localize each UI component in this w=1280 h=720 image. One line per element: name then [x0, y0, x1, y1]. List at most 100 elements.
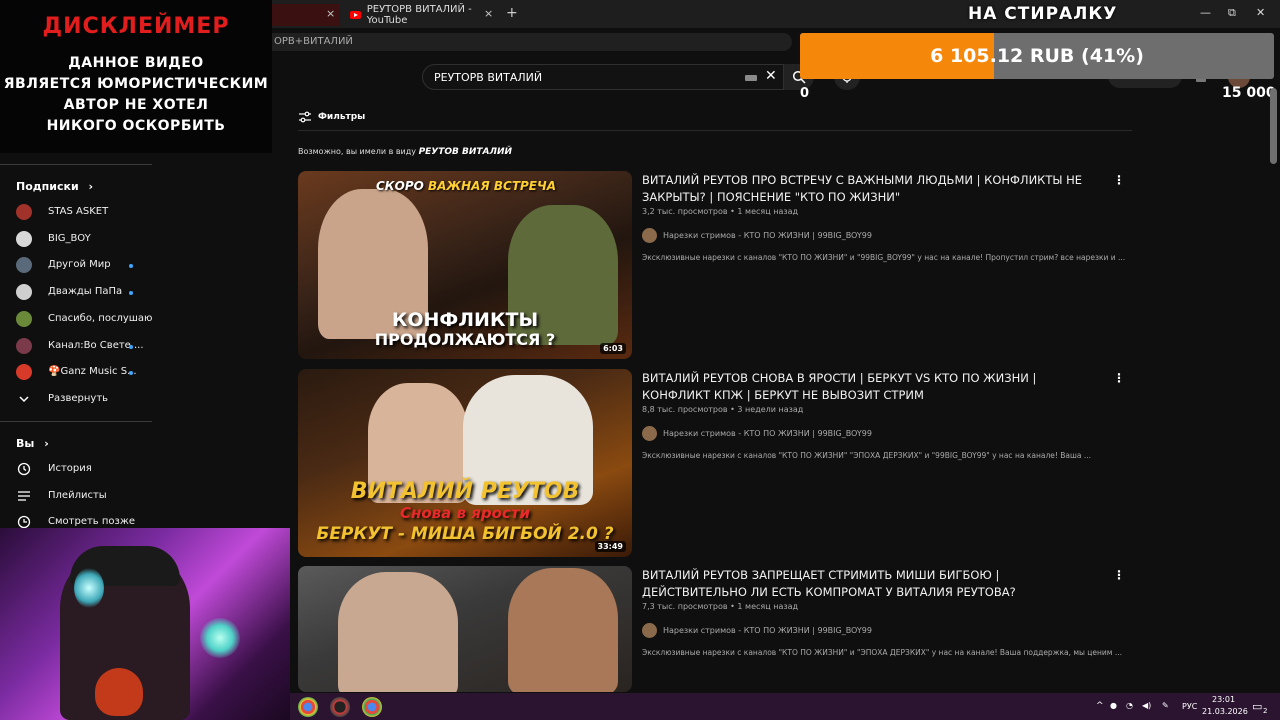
- more-actions-icon[interactable]: ⋮: [1113, 173, 1125, 187]
- disclaimer-line: НИКОГО ОСКОРБИТЬ: [46, 118, 226, 134]
- channel-avatar: [16, 257, 32, 274]
- video-result[interactable]: ВИТАЛИЙ РЕУТОВ ЗАПРЕЩАЕТ СТРИМИТЬ МИШИ Б…: [298, 566, 1132, 692]
- sidebar-subscription-item[interactable]: Канал:Во Свете ...: [16, 336, 144, 356]
- sidebar-subscription-item[interactable]: 🍄Ganz Music S...: [16, 362, 138, 382]
- notifications-icon[interactable]: ▭: [1252, 700, 1262, 713]
- headphone-light: [74, 568, 104, 608]
- sidebar-subscription-item[interactable]: Другой Мир: [16, 255, 138, 275]
- thumbnail-caption-highlight: ВАЖНАЯ ВСТРЕЧА: [428, 179, 556, 193]
- clear-search-icon[interactable]: ✕: [765, 68, 777, 84]
- did-you-mean-prefix: Возможно, вы имели в виду: [298, 147, 417, 156]
- new-tab-button[interactable]: +: [506, 5, 518, 21]
- language-indicator[interactable]: РУС: [1182, 702, 1197, 711]
- close-window-icon[interactable]: ✕: [1256, 6, 1265, 19]
- volume-tray-icon[interactable]: ◀): [1142, 701, 1151, 710]
- sidebar-item-history[interactable]: История: [16, 459, 156, 479]
- address-bar[interactable]: ОРВ+ВИТАЛИЙ: [272, 33, 792, 51]
- video-title[interactable]: ВИТАЛИЙ РЕУТОВ ЗАПРЕЩАЕТ СТРИМИТЬ МИШИ Б…: [642, 567, 1102, 601]
- sidebar-expand[interactable]: Развернуть: [16, 389, 156, 409]
- sidebar-subscription-item[interactable]: Спасибо, послушаю: [16, 309, 152, 329]
- channel-avatar: [642, 228, 657, 243]
- channel-avatar: [642, 623, 657, 638]
- filters-label: Фильтры: [318, 112, 366, 122]
- thumbnail-caption-top: СКОРО ВАЖНАЯ ВСТРЕЧА: [376, 179, 556, 193]
- video-title[interactable]: ВИТАЛИЙ РЕУТОВ ПРО ВСТРЕЧУ С ВАЖНЫМИ ЛЮД…: [642, 172, 1102, 206]
- playlist-icon: [18, 491, 30, 501]
- more-actions-icon[interactable]: ⋮: [1113, 568, 1125, 582]
- sidebar-item-playlists[interactable]: Плейлисты: [16, 486, 156, 506]
- browser-app-icon[interactable]: [362, 697, 382, 717]
- os-taskbar: ^ ● ◔ ◀) ✎ РУС 23:01 21.03.2026 ▭ 2: [290, 693, 1280, 720]
- tray-chevron-icon[interactable]: ^: [1096, 701, 1104, 711]
- channel-avatar: [16, 364, 32, 381]
- you-heading-label: Вы: [16, 437, 35, 450]
- video-thumbnail[interactable]: [298, 566, 632, 692]
- thumbnail-caption-line: ВИТАЛИЙ РЕУТОВ: [350, 479, 580, 504]
- sidebar-subscription-item[interactable]: BIG_BOY: [16, 229, 138, 249]
- video-meta: 8,8 тыс. просмотров • 3 недели назад: [642, 405, 804, 414]
- sidebar-item-label: Плейлисты: [48, 490, 107, 501]
- subscription-name: BIG_BOY: [48, 232, 91, 244]
- video-result[interactable]: ВИТАЛИЙ РЕУТОВ Снова в ярости БЕРКУТ - М…: [298, 369, 1132, 557]
- disclaimer-line: ЯВЛЯЕТСЯ ЮМОРИСТИЧЕСКИМ: [3, 76, 269, 92]
- subscriptions-heading[interactable]: Подписки ›: [16, 180, 93, 193]
- donation-start-value: 0: [800, 86, 810, 101]
- you-heading[interactable]: Вы ›: [16, 437, 49, 450]
- thumbnail-caption-line: ПРОДОЛЖАЮТСЯ ?: [374, 330, 556, 349]
- video-title[interactable]: ВИТАЛИЙ РЕУТОВ СНОВА В ЯРОСТИ | БЕРКУТ V…: [642, 370, 1102, 404]
- disclaimer-overlay: ДИСКЛЕЙМЕР ДАННОЕ ВИДЕО ЯВЛЯЕТСЯ ЮМОРИСТ…: [0, 0, 272, 153]
- microphone-tray-icon[interactable]: ●: [1110, 701, 1117, 710]
- subscription-name: 🍄Ganz Music S...: [48, 366, 137, 378]
- sidebar-divider: [0, 164, 152, 165]
- obs-app-icon[interactable]: [330, 697, 350, 717]
- disclaimer-line: ДАННОЕ ВИДЕО: [68, 55, 204, 71]
- donation-goal-title: НА СТИРАЛКУ: [968, 4, 1118, 24]
- video-age: 3 недели назад: [737, 405, 804, 414]
- tab-close-icon[interactable]: ×: [326, 7, 335, 20]
- sidebar-expand-label: Развернуть: [48, 393, 109, 404]
- chevron-right-icon: ›: [88, 180, 94, 193]
- did-you-mean: Возможно, вы имели в виду РЕУТОВ ВИТАЛИЙ: [298, 147, 512, 157]
- video-result[interactable]: СКОРО ВАЖНАЯ ВСТРЕЧА КОНФЛИКТЫ ПРОДОЛЖАЮ…: [298, 171, 1132, 359]
- channel-avatar: [16, 230, 32, 247]
- keyboard-icon[interactable]: [745, 75, 757, 81]
- tab-title: РЕУТОРВ ВИТАЛИЙ - YouTube: [366, 4, 472, 26]
- tab-close-icon[interactable]: ×: [484, 7, 493, 20]
- new-content-dot: [129, 291, 133, 296]
- minimize-icon[interactable]: —: [1200, 6, 1211, 19]
- clock-time[interactable]: 23:01: [1212, 695, 1235, 704]
- new-content-dot: [129, 264, 133, 269]
- sidebar: Подписки › STAS ASKET BIG_BOY Другой Мир Дв…: [0, 153, 272, 529]
- notifications-badge: 2: [1263, 707, 1268, 715]
- chrome-app-icon[interactable]: [298, 697, 318, 717]
- restore-icon[interactable]: ⧉: [1228, 6, 1236, 20]
- thumbnail-caption-line: Снова в ярости: [400, 504, 530, 522]
- screen: × РЕУТОРВ ВИТАЛИЙ - YouTube × + — ⧉ ✕ ОР…: [0, 0, 1280, 720]
- pen-tray-icon[interactable]: ✎: [1162, 701, 1169, 710]
- browser-tab-previous[interactable]: ×: [272, 4, 340, 26]
- clock-date[interactable]: 21.03.2026: [1202, 707, 1248, 716]
- video-views: 7,3 тыс. просмотров: [642, 602, 728, 611]
- disclaimer-heading: ДИСКЛЕЙМЕР: [42, 14, 230, 39]
- video-thumbnail[interactable]: СКОРО ВАЖНАЯ ВСТРЕЧА КОНФЛИКТЫ ПРОДОЛЖАЮ…: [298, 171, 632, 359]
- thumbnail-caption-line: КОНФЛИКТЫ: [391, 309, 539, 331]
- browser-tab-active[interactable]: РЕУТОРВ ВИТАЛИЙ - YouTube ×: [340, 4, 500, 26]
- subscription-name: Спасибо, послушаю: [48, 312, 153, 324]
- subscription-name: Дважды ПаПа: [48, 286, 123, 298]
- subscription-name: Другой Мир: [48, 259, 111, 271]
- sidebar-item-label: История: [48, 463, 92, 474]
- video-views: 3,2 тыс. просмотров: [642, 207, 728, 216]
- history-icon: [17, 462, 31, 476]
- channel-avatar: [642, 426, 657, 441]
- sidebar-subscription-item[interactable]: STAS ASKET: [16, 202, 138, 222]
- did-you-mean-link[interactable]: РЕУТОВ ВИТАЛИЙ: [419, 147, 513, 157]
- sidebar-subscription-item[interactable]: Дважды ПаПа: [16, 282, 138, 302]
- search-input[interactable]: РЕУТОРВ ВИТАЛИЙ ✕: [422, 64, 784, 90]
- page-scrollbar[interactable]: [1270, 88, 1277, 164]
- video-thumbnail[interactable]: ВИТАЛИЙ РЕУТОВ Снова в ярости БЕРКУТ - М…: [298, 369, 632, 557]
- mascot-figure: [95, 668, 143, 716]
- more-actions-icon[interactable]: ⋮: [1113, 371, 1125, 385]
- subscriptions-heading-label: Подписки: [16, 180, 79, 193]
- network-tray-icon[interactable]: ◔: [1126, 701, 1133, 710]
- video-description: Эксклюзивные нарезки с каналов "КТО ПО Ж…: [642, 451, 1091, 460]
